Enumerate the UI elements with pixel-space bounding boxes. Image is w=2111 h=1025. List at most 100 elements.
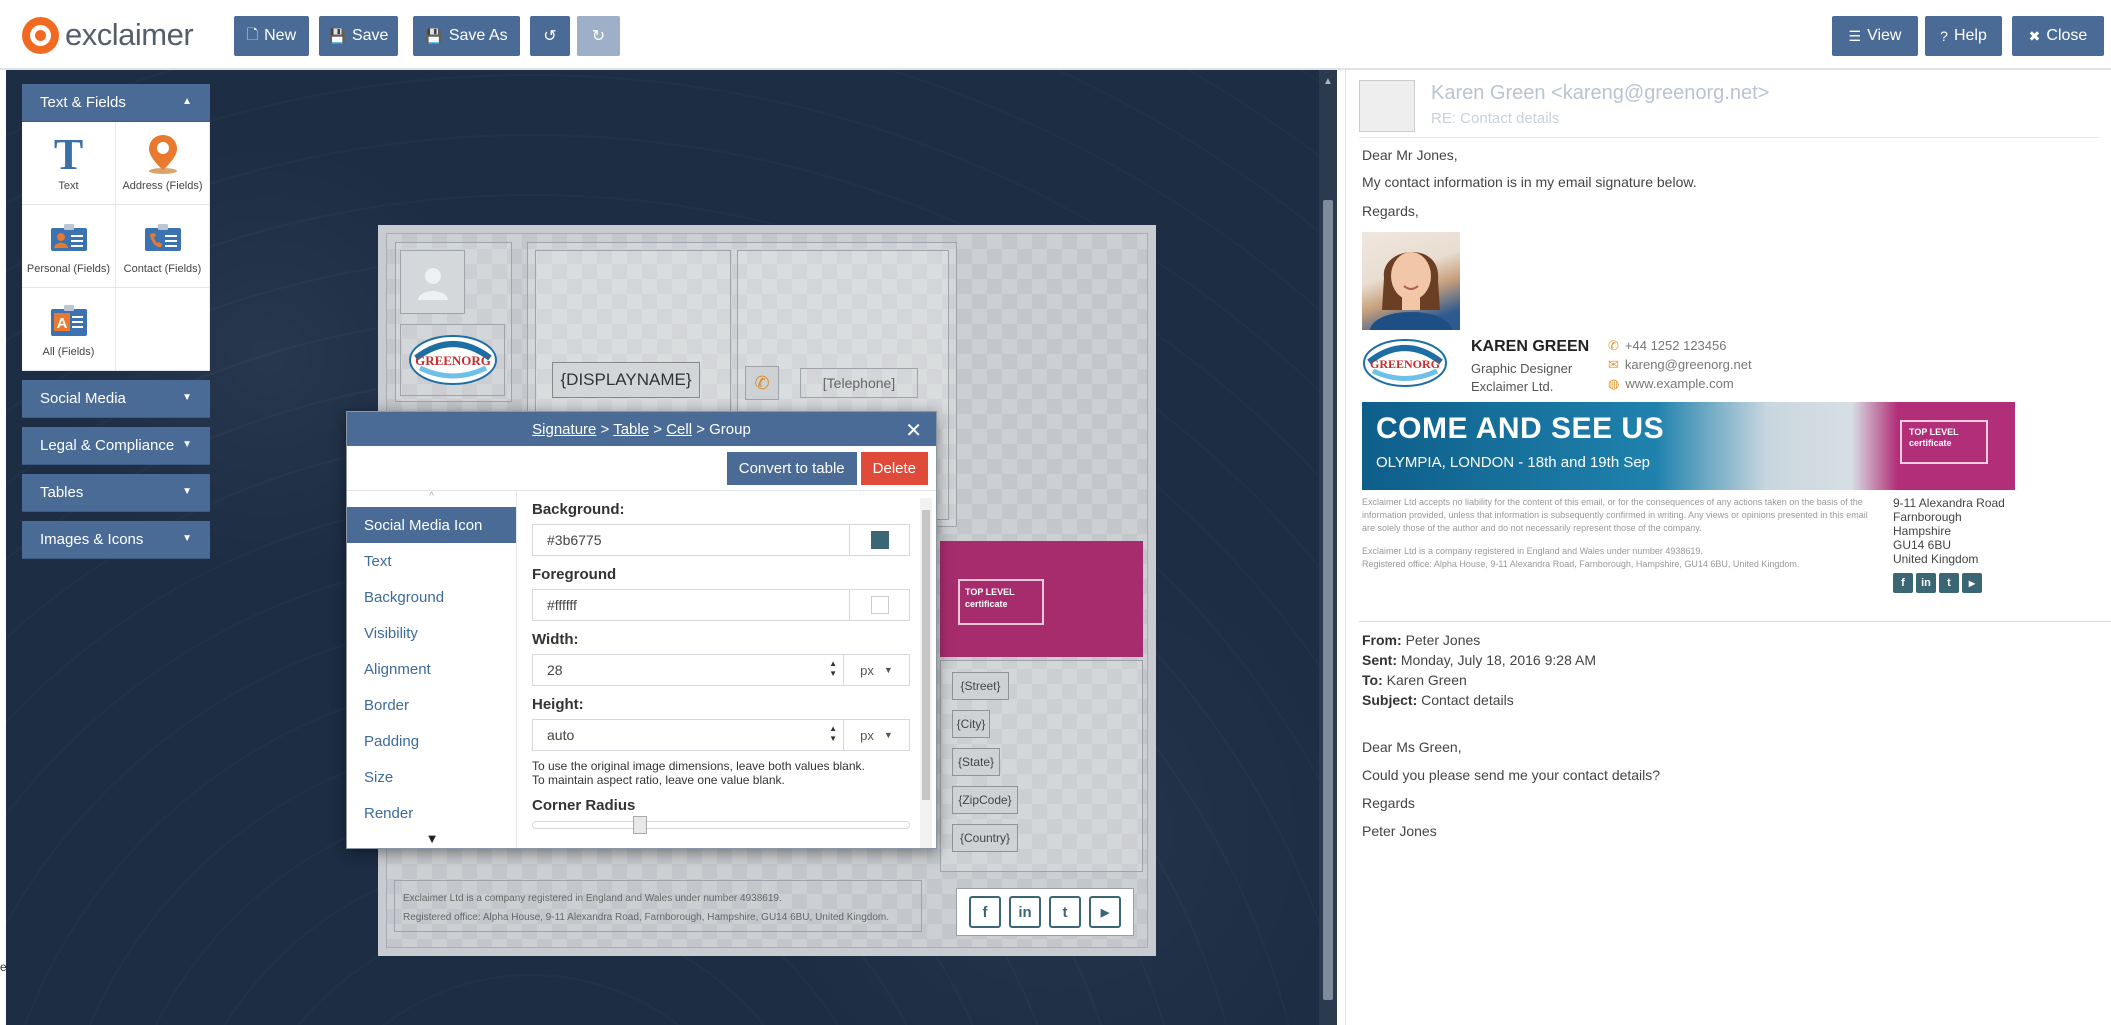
nav-alignment[interactable]: Alignment bbox=[347, 651, 516, 687]
nav-visibility[interactable]: Visibility bbox=[347, 615, 516, 651]
delete-button[interactable]: Delete bbox=[860, 451, 928, 485]
save-as-label: Save As bbox=[448, 27, 508, 44]
breadcrumb-signature[interactable]: Signature bbox=[532, 421, 596, 438]
map-pin-icon bbox=[146, 134, 180, 174]
tool-contact-fields[interactable]: Contact (Fields) bbox=[116, 205, 210, 288]
accordion-tables[interactable]: Tables ▼ bbox=[22, 474, 210, 512]
background-swatch-button[interactable] bbox=[849, 525, 909, 555]
meta-label: To: bbox=[1362, 672, 1383, 688]
disclaimer-line: Exclaimer Ltd is a company registered in… bbox=[403, 893, 782, 904]
accordion-images-icons[interactable]: Images & Icons ▼ bbox=[22, 521, 210, 559]
twitter-icon[interactable]: t bbox=[1049, 896, 1081, 928]
facebook-icon[interactable]: f bbox=[969, 896, 1001, 928]
new-button[interactable]: 🗋 New bbox=[234, 16, 309, 56]
nav-border[interactable]: Border bbox=[347, 687, 516, 723]
unit-label: px bbox=[860, 727, 874, 743]
caret-down-icon: ▼ bbox=[883, 730, 893, 740]
canvas-banner[interactable]: TOP LEVEL certificate bbox=[940, 541, 1143, 657]
displayname-field[interactable]: {DISPLAYNAME} bbox=[552, 362, 700, 398]
telephone-field[interactable]: [Telephone] bbox=[800, 368, 918, 398]
dialog-scrollbar[interactable] bbox=[920, 498, 932, 848]
breadcrumb-table[interactable]: Table bbox=[613, 421, 649, 438]
chevron-down-icon: ▼ bbox=[182, 439, 192, 450]
linkedin-icon[interactable]: in bbox=[1009, 896, 1041, 928]
disclaimer-text: Exclaimer Ltd accepts no liability for t… bbox=[1362, 497, 1868, 533]
tool-label: Address (Fields) bbox=[122, 180, 203, 192]
logo-lettering: GREENORG bbox=[1370, 357, 1440, 371]
accordion-title: Legal & Compliance bbox=[40, 437, 175, 454]
width-unit-select[interactable]: px ▼ bbox=[843, 655, 909, 685]
scroll-thumb[interactable] bbox=[922, 510, 930, 800]
nav-background[interactable]: Background bbox=[347, 579, 516, 615]
help-button[interactable]: ? Help bbox=[1925, 16, 2002, 56]
designer-scrollbar[interactable]: ▲ bbox=[1319, 70, 1337, 1025]
city-field[interactable]: {City} bbox=[952, 710, 990, 738]
tool-label: Text bbox=[58, 180, 79, 192]
chevron-down-icon: ▼ bbox=[182, 392, 192, 403]
greenorg-logo[interactable]: GREENORG bbox=[400, 324, 505, 396]
undo-button[interactable]: ↺ bbox=[530, 16, 570, 56]
country-field[interactable]: {Country} bbox=[952, 824, 1018, 852]
corner-radius-slider[interactable] bbox=[532, 816, 910, 834]
social-icons-group[interactable]: f in t ▶ bbox=[956, 888, 1134, 936]
breadcrumb-cell[interactable]: Cell bbox=[666, 421, 692, 438]
tool-personal-fields[interactable]: Personal (Fields) bbox=[22, 205, 116, 288]
nav-render[interactable]: Render bbox=[347, 795, 516, 831]
nav-size[interactable]: Size bbox=[347, 759, 516, 795]
foreground-swatch-button[interactable] bbox=[849, 590, 909, 620]
accordion-social-media[interactable]: Social Media ▼ bbox=[22, 380, 210, 418]
tool-address-fields[interactable]: Address (Fields) bbox=[116, 122, 210, 205]
globe-icon: ◍ bbox=[1608, 376, 1620, 391]
disclaimer-text: Exclaimer Ltd is a company registered in… bbox=[1362, 546, 1703, 556]
reply-name: Peter Jones bbox=[1362, 823, 1437, 839]
height-unit-select[interactable]: px ▼ bbox=[843, 720, 909, 750]
tool-text[interactable]: T Text bbox=[22, 122, 116, 205]
tool-all-fields[interactable]: A All (Fields) bbox=[22, 288, 116, 371]
signature-company: Exclaimer Ltd. bbox=[1471, 379, 1554, 394]
tool-label: All (Fields) bbox=[42, 346, 95, 358]
view-label: View bbox=[1867, 27, 1902, 44]
nav-social-media-icon[interactable]: Social Media Icon bbox=[347, 507, 516, 543]
state-field[interactable]: {State} bbox=[952, 748, 1000, 776]
spinner-icon[interactable]: ▲ ▼ bbox=[829, 724, 837, 744]
nav-padding[interactable]: Padding bbox=[347, 723, 516, 759]
nav-text[interactable]: Text bbox=[347, 543, 516, 579]
file-icon: 🗋 bbox=[246, 26, 259, 42]
slider-handle[interactable] bbox=[633, 816, 647, 834]
scroll-up-icon[interactable]: ▲ bbox=[1323, 76, 1333, 87]
canvas-disclaimer[interactable]: Exclaimer Ltd is a company registered in… bbox=[394, 880, 922, 932]
meta-value: Contact details bbox=[1421, 692, 1514, 708]
foreground-color-field[interactable]: #ffffff bbox=[532, 589, 910, 621]
meta-value: Monday, July 18, 2016 9:28 AM bbox=[1400, 652, 1596, 668]
width-value: 28 bbox=[547, 662, 563, 678]
address-line: Hampshire bbox=[1893, 524, 1952, 538]
save-as-button[interactable]: 💾 Save As bbox=[413, 16, 520, 56]
breadcrumb-sep: > bbox=[696, 420, 705, 438]
accordion-text-fields[interactable]: Text & Fields ▲ bbox=[22, 84, 210, 122]
accordion-legal-compliance[interactable]: Legal & Compliance ▼ bbox=[22, 427, 210, 465]
spinner-icon[interactable]: ▲ ▼ bbox=[829, 659, 837, 679]
background-color-field[interactable]: #3b6775 bbox=[532, 524, 910, 556]
meta-value: Karen Green bbox=[1386, 672, 1467, 688]
convert-to-table-button[interactable]: Convert to table bbox=[726, 451, 857, 485]
unit-label: px bbox=[860, 662, 874, 678]
all-fields-icon: A bbox=[50, 300, 88, 340]
toolbar: exclaimer 🗋 New 💾 Save 💾 Save As ↺ ↻ ☰ View … bbox=[0, 0, 2111, 70]
caret-up-icon[interactable]: ^ bbox=[347, 491, 516, 507]
youtube-icon[interactable]: ▶ bbox=[1089, 896, 1121, 928]
zipcode-field[interactable]: {ZipCode} bbox=[952, 786, 1018, 814]
phone-icon[interactable]: ✆ bbox=[745, 366, 779, 400]
scroll-thumb[interactable] bbox=[1323, 200, 1333, 1000]
close-icon[interactable]: ✕ bbox=[905, 418, 922, 443]
width-field[interactable]: 28 ▲ ▼ px ▼ bbox=[532, 654, 910, 686]
redo-button[interactable]: ↻ bbox=[577, 16, 620, 56]
phone-icon: ✆ bbox=[1608, 338, 1619, 353]
height-field[interactable]: auto ▲ ▼ px ▼ bbox=[532, 719, 910, 751]
avatar-placeholder[interactable] bbox=[400, 250, 465, 314]
close-button[interactable]: ✖ Close bbox=[2012, 16, 2104, 56]
street-field[interactable]: {Street} bbox=[952, 672, 1009, 700]
address-fields: {Street} {City} {State} {ZipCode} {Count… bbox=[952, 672, 1018, 862]
chevron-down-icon[interactable]: ▼ bbox=[347, 831, 517, 846]
view-button[interactable]: ☰ View bbox=[1832, 16, 1918, 56]
save-button[interactable]: 💾 Save bbox=[319, 16, 398, 56]
